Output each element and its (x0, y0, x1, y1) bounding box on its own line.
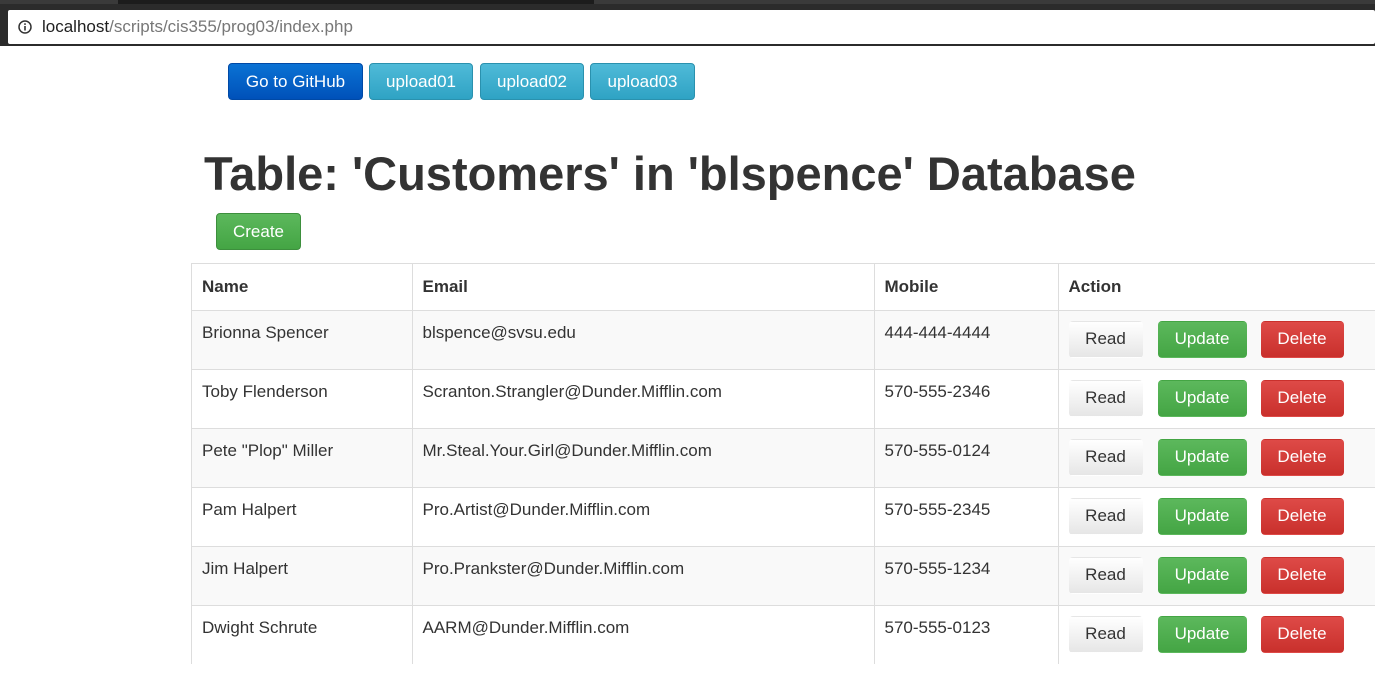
table-row: Toby Flenderson Scranton.Strangler@Dunder… (192, 368, 1375, 428)
table-row: Jim Halpert Pro.Prankster@Dunder.Mifflin.… (192, 545, 1375, 605)
cell-mobile: 570-555-0123 (874, 604, 1059, 664)
read-button[interactable]: Read (1068, 320, 1143, 358)
read-button[interactable]: Read (1068, 615, 1143, 653)
cell-name: Toby Flenderson (192, 368, 413, 428)
update-button[interactable]: Update (1157, 497, 1247, 535)
cell-email: Pro.Prankster@Dunder.Mifflin.com (412, 545, 875, 605)
address-bar[interactable]: localhost/scripts/cis355/prog03/index.ph… (8, 10, 1375, 44)
cell-action: Read Update Delete (1058, 604, 1375, 664)
cell-email: AARM@Dunder.Mifflin.com (412, 604, 875, 664)
delete-button[interactable]: Delete (1260, 379, 1344, 417)
cell-mobile: 444-444-4444 (874, 309, 1059, 369)
browser-chrome: localhost/scripts/cis355/prog03/index.ph… (0, 0, 1375, 46)
browser-tab[interactable] (118, 0, 594, 4)
upload03-button[interactable]: upload03 (590, 63, 695, 100)
read-button[interactable]: Read (1068, 556, 1143, 594)
info-icon[interactable] (18, 20, 32, 34)
cell-name: Dwight Schrute (192, 604, 413, 664)
url-host: localhost (42, 17, 110, 36)
table-row: Pete "Plop" Miller Mr.Steal.Your.Girl@Dun… (192, 427, 1375, 487)
update-button[interactable]: Update (1157, 379, 1247, 417)
delete-button[interactable]: Delete (1260, 497, 1344, 535)
update-button[interactable]: Update (1157, 556, 1247, 594)
header-action: Action (1058, 264, 1375, 310)
cell-name: Jim Halpert (192, 545, 413, 605)
cell-name: Pam Halpert (192, 486, 413, 546)
cell-email: Pro.Artist@Dunder.Mifflin.com (412, 486, 875, 546)
delete-button[interactable]: Delete (1260, 438, 1344, 476)
customers-table: Name Email Mobile Action Brionna Spencer… (191, 263, 1375, 664)
delete-button[interactable]: Delete (1260, 615, 1344, 653)
cell-action: Read Update Delete (1058, 309, 1375, 369)
cell-mobile: 570-555-0124 (874, 427, 1059, 487)
table-row: Pam Halpert Pro.Artist@Dunder.Mifflin.com… (192, 486, 1375, 546)
upload02-button[interactable]: upload02 (480, 63, 584, 100)
cell-action: Read Update Delete (1058, 545, 1375, 605)
cell-email: Mr.Steal.Your.Girl@Dunder.Mifflin.com (412, 427, 875, 487)
read-button[interactable]: Read (1068, 497, 1143, 535)
header-email: Email (412, 264, 875, 310)
header-name: Name (192, 264, 413, 310)
read-button[interactable]: Read (1068, 379, 1143, 417)
cell-action: Read Update Delete (1058, 427, 1375, 487)
cell-email: Scranton.Strangler@Dunder.Mifflin.com (412, 368, 875, 428)
update-button[interactable]: Update (1157, 615, 1247, 653)
delete-button[interactable]: Delete (1260, 556, 1344, 594)
cell-mobile: 570-555-2345 (874, 486, 1059, 546)
read-button[interactable]: Read (1068, 438, 1143, 476)
update-button[interactable]: Update (1157, 438, 1247, 476)
table-row: Brionna Spencer blspence@svsu.edu 444-444-… (192, 309, 1375, 369)
page-title: Table: 'Customers' in 'blspence' Databas… (204, 147, 1136, 200)
table-header-row: Name Email Mobile Action (192, 264, 1375, 310)
cell-mobile: 570-555-2346 (874, 368, 1059, 428)
header-mobile: Mobile (874, 264, 1059, 310)
create-button[interactable]: Create (216, 213, 301, 250)
cell-action: Read Update Delete (1058, 368, 1375, 428)
cell-email: blspence@svsu.edu (412, 309, 875, 369)
delete-button[interactable]: Delete (1260, 320, 1344, 358)
table-row: Dwight Schrute AARM@Dunder.Mifflin.com 570… (192, 604, 1375, 664)
url-path: /scripts/cis355/prog03/index.php (109, 17, 353, 36)
upload01-button[interactable]: upload01 (369, 63, 473, 100)
go-to-github-button[interactable]: Go to GitHub (228, 63, 363, 100)
cell-mobile: 570-555-1234 (874, 545, 1059, 605)
update-button[interactable]: Update (1157, 320, 1247, 358)
cell-name: Brionna Spencer (192, 309, 413, 369)
url-text[interactable]: localhost/scripts/cis355/prog03/index.ph… (42, 17, 353, 37)
cell-name: Pete "Plop" Miller (192, 427, 413, 487)
cell-action: Read Update Delete (1058, 486, 1375, 546)
